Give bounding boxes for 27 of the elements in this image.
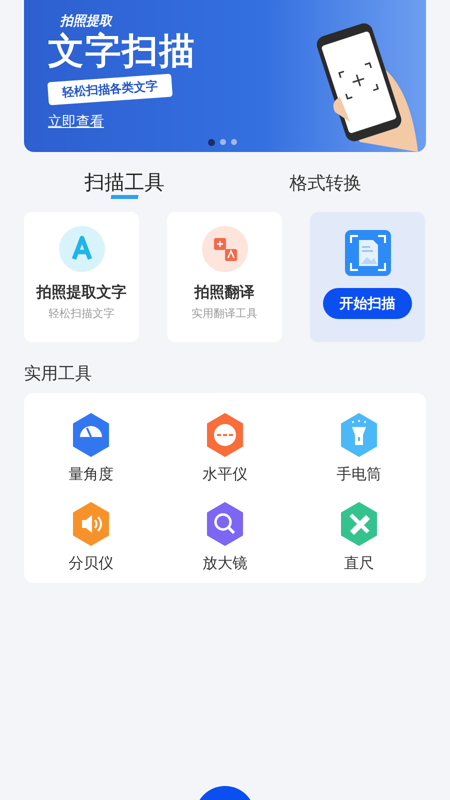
tool-label[interactable]: 手电筒: [336, 465, 382, 484]
tab[interactable]: 格式转换: [225, 166, 426, 198]
banner-headline: 文字扫描: [48, 30, 196, 74]
banner-subtitle: 轻松扫描各类文字: [47, 74, 173, 106]
banner-tag: 拍照提取: [48, 12, 112, 30]
card-title: 拍照提取文字: [36, 283, 126, 302]
document-scan-icon: [344, 230, 390, 276]
tool-label[interactable]: 分贝仪: [68, 554, 114, 573]
section-title: 实用工具: [24, 363, 93, 385]
tool-label[interactable]: 量角度: [68, 465, 114, 484]
tool-label[interactable]: 直尺: [344, 554, 374, 573]
card-subtitle: 轻松扫描文字: [48, 306, 114, 321]
start-scan-button[interactable]: 开始扫描: [323, 288, 412, 319]
letter-a-icon: [58, 226, 104, 272]
promo-banner[interactable]: 拍照提取 文字扫描 轻松扫描各类文字 立即查看: [24, 0, 426, 152]
card-subtitle: 实用翻译工具: [192, 306, 258, 321]
translate-icon: [202, 226, 248, 272]
tab[interactable]: 扫描工具: [24, 165, 225, 199]
feature-card[interactable]: 拍照提取文字 轻松扫描文字: [24, 212, 139, 342]
carousel-dot[interactable]: [208, 139, 215, 146]
feature-card[interactable]: 拍照翻译 实用翻译工具: [167, 212, 282, 342]
tool-label[interactable]: 放大镜: [202, 554, 248, 573]
card-title: 拍照翻译: [194, 283, 254, 302]
tool-label[interactable]: 水平仪: [202, 465, 248, 484]
carousel-dot[interactable]: [220, 139, 226, 145]
carousel-dot[interactable]: [231, 139, 237, 145]
view-now-link[interactable]: 立即查看: [48, 113, 104, 131]
